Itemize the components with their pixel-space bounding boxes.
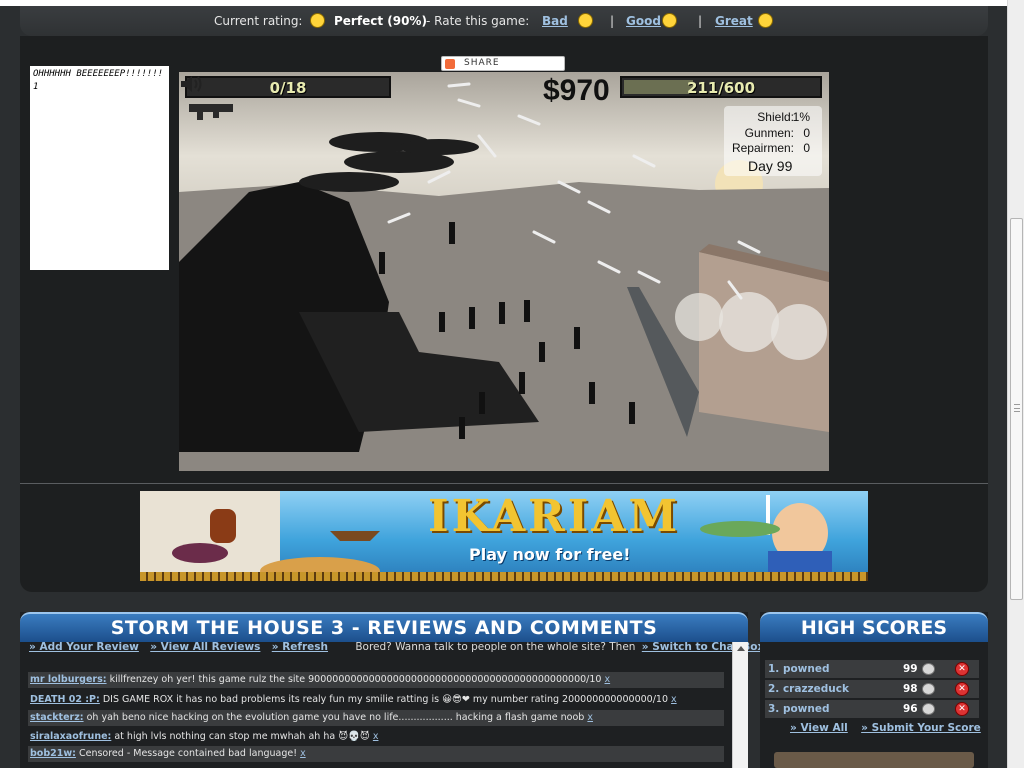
review-text: at high lvls nothing can stop me mwhah a… — [114, 731, 370, 742]
game-canvas[interactable]: 0/18 $970 211/600 Shield: 1% Gunmen: 0 R… — [179, 72, 829, 471]
view-all-reviews-link[interactable]: » View All Reviews — [150, 641, 260, 653]
highscores-title: HIGH SCORES — [760, 612, 988, 642]
review-user-link[interactable]: stackterz: — [30, 712, 84, 723]
refresh-link[interactable]: » Refresh — [272, 641, 328, 653]
delete-icon[interactable]: ✕ — [955, 682, 969, 696]
rating-separator: | — [610, 14, 615, 28]
highscore-score: 99 — [903, 663, 918, 675]
page-scrollbar[interactable] — [1007, 0, 1024, 768]
scrollbar-thumb[interactable] — [1010, 218, 1023, 600]
highscore-name[interactable]: 3. powned — [768, 700, 830, 718]
game-thumbnail[interactable] — [774, 752, 974, 768]
ikariam-ad-banner[interactable]: IKARIAM Play now for free! — [140, 491, 868, 581]
share-plus-icon — [445, 59, 455, 69]
rate-bad-link[interactable]: Bad — [542, 14, 568, 28]
highscore-row: 1. powned 99 ✕ — [765, 660, 979, 678]
view-eye-icon[interactable] — [922, 703, 935, 715]
highscore-score: 98 — [903, 683, 918, 695]
bad-smiley-icon — [578, 13, 593, 28]
stats-panel: Shield: 1% Gunmen: 0 Repairmen: 0 Day 99 — [724, 106, 822, 176]
add-review-link[interactable]: » Add Your Review — [29, 641, 139, 653]
review-delete-link[interactable]: x — [300, 748, 306, 759]
share-button[interactable]: SHARE — [441, 56, 565, 71]
reviews-scrollbar[interactable] — [732, 642, 748, 768]
review-user-link[interactable]: mr lolburgers: — [30, 674, 107, 685]
ad-title: IKARIAM — [428, 491, 681, 542]
review-delete-link[interactable]: x — [605, 674, 611, 685]
review-item: DEATH 02 :P: DIS GAME ROX it has no bad … — [28, 692, 724, 708]
rate-good-link[interactable]: Good — [626, 14, 661, 28]
health-count: 211/600 — [686, 79, 756, 97]
review-text: DIS GAME ROX it has no bad problems its … — [102, 694, 668, 705]
review-user-link[interactable]: siralaxaofrune: — [30, 731, 111, 742]
review-item: stackterz: oh yah beno nice hacking on t… — [28, 710, 724, 726]
highscores-panel: HIGH SCORES 1. powned 99 ✕ 2. crazzeduck… — [760, 612, 988, 768]
scroll-grip-icon — [1014, 404, 1020, 412]
review-text: Censored - Message contained bad languag… — [78, 748, 298, 759]
submit-score-link[interactable]: » Submit Your Score — [861, 722, 981, 734]
rating-separator: | — [698, 14, 703, 28]
highscore-row: 3. powned 96 ✕ — [765, 700, 979, 718]
money-display: $970 — [543, 74, 610, 107]
view-eye-icon[interactable] — [922, 663, 935, 675]
good-smiley-icon — [662, 13, 677, 28]
rate-great-link[interactable]: Great — [715, 14, 753, 28]
share-label: SHARE — [464, 58, 500, 68]
ad-border — [140, 572, 868, 581]
current-rating-value: Perfect (90%) — [334, 14, 427, 28]
comment-box: OHHHHHH BEEEEEEEP!!!!!!!1 — [30, 66, 169, 270]
review-item: siralaxaofrune: at high lvls nothing can… — [28, 729, 724, 745]
rating-bar: Current rating: Perfect (90%) - Rate thi… — [20, 6, 988, 36]
review-item: bob21w: Censored - Message contained bad… — [28, 746, 724, 762]
review-delete-link[interactable]: x — [671, 694, 677, 705]
ammo-count: 0/18 — [269, 79, 307, 97]
highscore-score: 96 — [903, 703, 918, 715]
review-user-link[interactable]: bob21w: — [30, 748, 76, 759]
day-counter: Day 99 — [748, 158, 793, 174]
reviews-links: » Add Your Review » View All Reviews » R… — [29, 641, 776, 653]
shield-bubble — [719, 292, 779, 352]
ammo-bar: 0/18 — [185, 76, 391, 98]
delete-icon[interactable]: ✕ — [955, 702, 969, 716]
review-text: oh yah beno nice hacking on the evolutio… — [86, 712, 585, 723]
shield-bubble — [675, 293, 723, 341]
review-item: mr lolburgers: killfrenzey oh yer! this … — [28, 672, 724, 688]
view-eye-icon[interactable] — [922, 683, 935, 695]
delete-icon[interactable]: ✕ — [955, 662, 969, 676]
highscore-row: 2. crazzeduck 98 ✕ — [765, 680, 979, 698]
chat-prompt: Bored? Wanna talk to people on the whole… — [355, 641, 636, 653]
health-bar: 211/600 — [620, 76, 822, 98]
great-smiley-icon — [758, 13, 773, 28]
current-rating-label: Current rating: — [214, 14, 303, 28]
review-text: killfrenzey oh yer! this game rulz the s… — [109, 674, 602, 685]
highscores-links: » View All » Submit Your Score — [790, 722, 991, 734]
ad-subtitle: Play now for free! — [469, 545, 631, 564]
panel-divider — [20, 483, 988, 484]
highscore-name[interactable]: 2. crazzeduck — [768, 680, 849, 698]
sound-icon[interactable] — [179, 72, 203, 96]
review-delete-link[interactable]: x — [373, 731, 379, 742]
page: Current rating: Perfect (90%) - Rate thi… — [0, 0, 1024, 768]
scroll-up-arrow-icon[interactable] — [737, 646, 745, 651]
rate-game-label: - Rate this game: — [426, 14, 530, 28]
shield-bubble — [771, 304, 827, 360]
review-user-link[interactable]: DEATH 02 :P: — [30, 694, 100, 705]
perfect-smiley-icon — [310, 13, 325, 28]
reviews-panel: STORM THE HOUSE 3 - REVIEWS AND COMMENTS… — [20, 612, 776, 768]
review-delete-link[interactable]: x — [587, 712, 593, 723]
highscore-name[interactable]: 1. powned — [768, 660, 830, 678]
view-all-scores-link[interactable]: » View All — [790, 722, 848, 734]
reviews-title: STORM THE HOUSE 3 - REVIEWS AND COMMENTS — [20, 612, 748, 642]
